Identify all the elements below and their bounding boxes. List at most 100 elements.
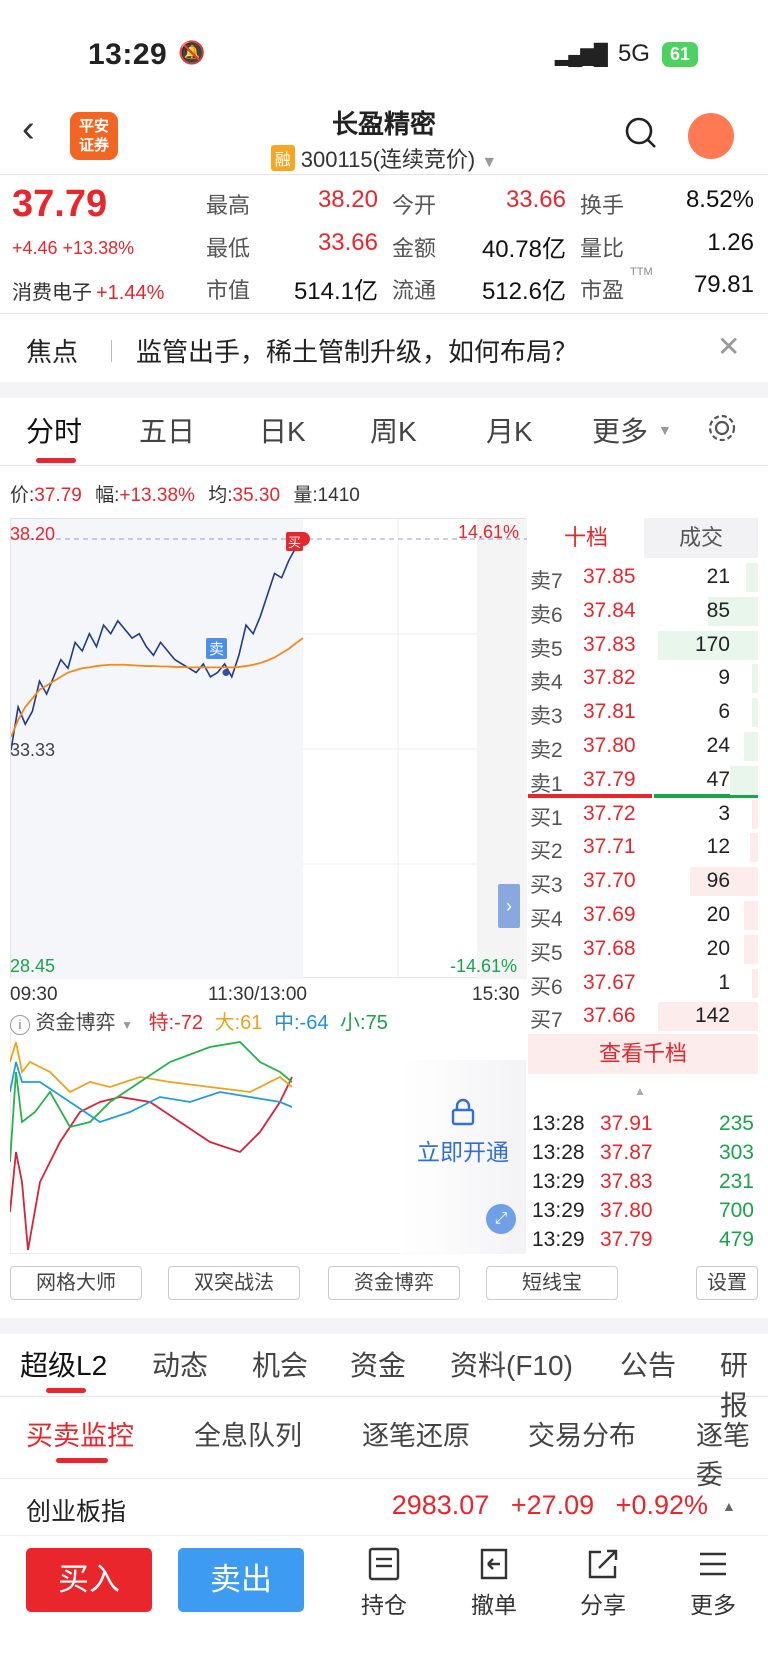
sector-info[interactable]: 消费电子 +1.44% — [12, 276, 164, 305]
section-tab-1[interactable]: 动态 — [152, 1344, 208, 1384]
buy-button[interactable]: 买入 — [26, 1548, 152, 1612]
section-tab-3[interactable]: 资金 — [350, 1344, 406, 1384]
tab-0[interactable]: 分时 — [26, 410, 82, 450]
sub-tab-1[interactable]: 全息队列 — [194, 1414, 302, 1453]
buy-level-row[interactable]: 买4 37.69 20 — [528, 899, 758, 932]
section-tab-2[interactable]: 机会 — [252, 1344, 308, 1384]
info-amp: +13.38% — [119, 485, 195, 506]
tool-button-4[interactable]: 设置 — [696, 1266, 758, 1300]
collapse-up-icon[interactable]: ▲ — [634, 1084, 646, 1098]
tab-4[interactable]: 月K — [486, 410, 533, 450]
level-price: 37.84 — [583, 598, 636, 622]
sell-level-row[interactable]: 卖6 37.84 85 — [528, 595, 758, 628]
header-divider — [0, 174, 768, 175]
tool-button-2[interactable]: 资金博弈 — [328, 1266, 460, 1300]
trade-time: 13:29 — [532, 1228, 585, 1251]
quote-value: 1.26 — [707, 229, 754, 256]
buy-level-row[interactable]: 买5 37.68 20 — [528, 933, 758, 966]
sub-tab-3[interactable]: 交易分布 — [528, 1414, 636, 1453]
tool-button-1[interactable]: 双突战法 — [168, 1266, 300, 1300]
te-line — [10, 1076, 293, 1251]
level-label: 买6 — [530, 975, 563, 999]
buy-level-row[interactable]: 买1 37.72 3 — [528, 798, 758, 831]
quote-label: 流通 — [392, 278, 437, 303]
close-icon[interactable]: ✕ — [717, 330, 740, 363]
buy-level-row[interactable]: 买7 37.66 142 — [528, 1000, 758, 1033]
tab-5[interactable]: 更多 — [592, 410, 648, 450]
level-volume: 85 — [706, 598, 730, 622]
indicator-te: 特:-72 — [148, 1012, 204, 1034]
section-tab-0[interactable]: 超级L2 — [20, 1344, 107, 1384]
buy-marker: 买 — [286, 532, 304, 551]
intraday-chart[interactable] — [10, 518, 527, 979]
volume-bar — [752, 968, 758, 998]
sell-level-row[interactable]: 卖1 37.79 47 — [528, 764, 758, 797]
section-gap-2 — [0, 1318, 768, 1334]
section-tab-4[interactable]: 资料(F10) — [450, 1344, 573, 1384]
quote-label: 金额 — [392, 236, 437, 261]
level-label: 卖3 — [530, 705, 563, 729]
avatar[interactable] — [688, 113, 734, 159]
focus-headline[interactable]: 监管出手，稀土管制升级，如何布局？ — [136, 332, 578, 369]
tabs-divider — [0, 465, 768, 466]
tab-1[interactable]: 五日 — [139, 410, 195, 450]
sell-level-row[interactable]: 卖5 37.83 170 — [528, 629, 758, 662]
level-price: 37.81 — [583, 700, 636, 724]
volume-bar — [744, 732, 758, 761]
index-value: 2983.07 — [391, 1490, 490, 1520]
status-time: 13:29 — [88, 38, 168, 71]
buy-level-row[interactable]: 买3 37.70 96 — [528, 865, 758, 898]
level-volume: 21 — [706, 565, 730, 588]
sub-tab-4[interactable]: 逐笔委 — [696, 1414, 768, 1492]
tab-trades[interactable]: 成交 — [644, 518, 758, 558]
section-tab-5[interactable]: 公告 — [620, 1344, 676, 1384]
level-label: 买5 — [530, 941, 563, 965]
tab-2[interactable]: 日K — [259, 410, 306, 450]
buy-level-row[interactable]: 买2 37.71 12 — [528, 831, 758, 864]
sell-level-row[interactable]: 卖7 37.85 21 — [528, 561, 758, 594]
tool-button-0[interactable]: 网格大师 — [10, 1266, 142, 1300]
nav-more[interactable]: 更多 — [673, 1546, 753, 1620]
view-1000-levels-button[interactable]: 查看千档 — [528, 1034, 758, 1074]
index-change: +27.09 — [510, 1490, 595, 1520]
tab-ten-levels[interactable]: 十档 — [528, 518, 644, 558]
status-icons: ▂▄▆█ 5G 61 — [555, 40, 698, 68]
index-name: 创业板指 — [26, 1498, 127, 1526]
settings-icon[interactable] — [706, 412, 738, 449]
nav-more-label: 更多 — [690, 1592, 736, 1618]
indicator-header[interactable]: i 资金博弈 ▼ 特:-72 大:61 中:-64 小:75 — [10, 1006, 388, 1035]
nav-share[interactable]: 分享 — [563, 1546, 643, 1620]
section-gap — [0, 382, 768, 398]
quote-value: 38.20 — [317, 186, 378, 213]
sell-level-row[interactable]: 卖4 37.82 9 — [528, 662, 758, 695]
info-price: 37.79 — [34, 485, 82, 506]
level-label: 卖1 — [530, 772, 563, 796]
cancel-order-icon — [480, 1548, 508, 1580]
level-label: 卖2 — [530, 739, 563, 762]
sell-level-row[interactable]: 卖2 37.80 24 — [528, 730, 758, 763]
focus-separator — [111, 340, 112, 362]
fullscreen-icon[interactable]: ⤢ — [486, 1204, 516, 1234]
expand-up-icon[interactable]: ▲ — [722, 1498, 736, 1514]
indicator-da: 大:61 — [214, 1012, 263, 1034]
level-volume: 24 — [706, 734, 730, 757]
volume-bar — [752, 664, 758, 694]
buy-level-row[interactable]: 买6 37.67 1 — [528, 967, 758, 1000]
level-volume: 12 — [706, 835, 730, 859]
tab-3[interactable]: 周K — [370, 410, 417, 450]
quote-label: 市值 — [206, 278, 251, 303]
nav-share-label: 分享 — [580, 1592, 626, 1618]
expand-orderbook-icon[interactable]: › — [498, 884, 520, 928]
sub-tab-0[interactable]: 买卖监控 — [26, 1414, 134, 1453]
search-icon[interactable] — [624, 116, 658, 155]
tool-button-3[interactable]: 短线宝 — [486, 1266, 618, 1300]
nav-cancel[interactable]: 撤单 — [454, 1546, 534, 1620]
level-price: 37.85 — [583, 565, 636, 588]
nav-positions[interactable]: 持仓 — [344, 1546, 424, 1620]
sell-button[interactable]: 卖出 — [178, 1548, 304, 1612]
quote-value: 514.1亿 — [293, 278, 378, 305]
level-price: 37.80 — [583, 734, 636, 757]
sub-tab-2[interactable]: 逐笔还原 — [362, 1414, 470, 1453]
sell-level-row[interactable]: 卖3 37.81 6 — [528, 696, 758, 729]
section-tab-6[interactable]: 研报 — [720, 1344, 768, 1424]
